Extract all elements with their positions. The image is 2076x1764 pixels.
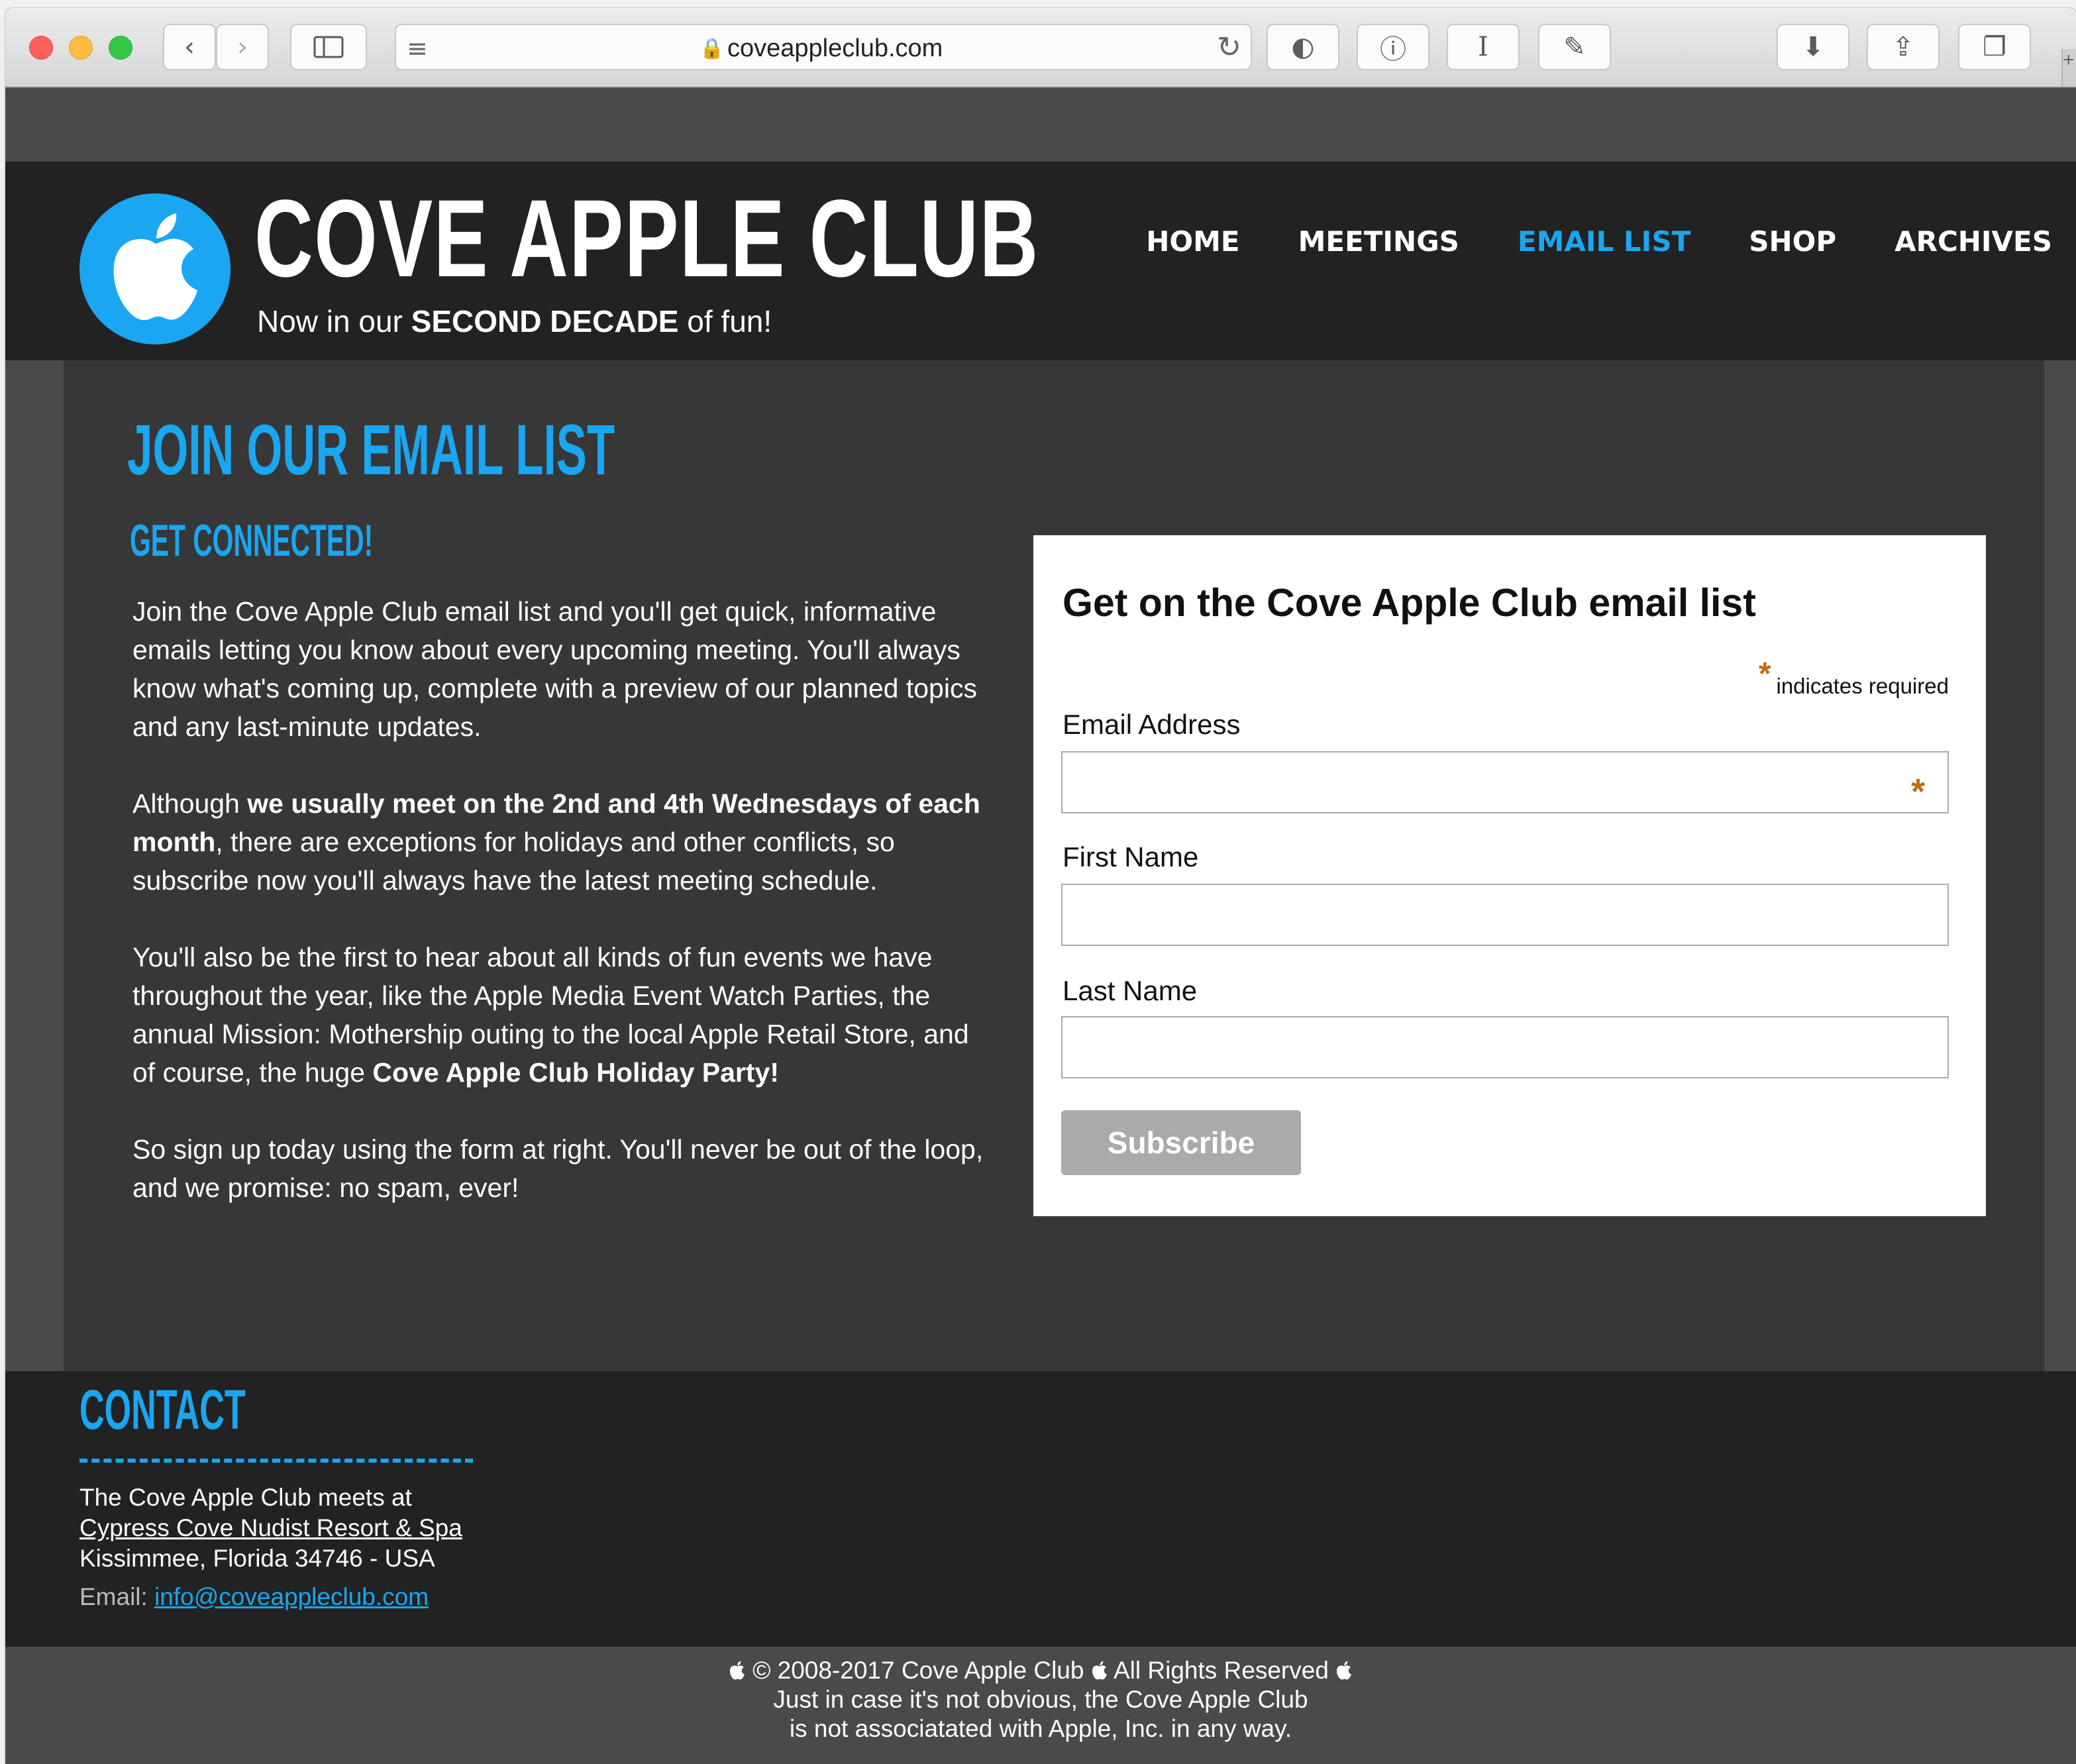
- address-line-3: Kissimmee, Florida 34746 - USA: [79, 1545, 435, 1572]
- contact-heading: CONTACT: [79, 1378, 246, 1441]
- dashed-divider: [79, 1459, 473, 1463]
- intro-paragraph-2: Although we usually meet on the 2nd and …: [132, 784, 987, 900]
- chevron-left-icon: ‹: [184, 32, 195, 62]
- nav-shop[interactable]: SHOP: [1749, 225, 1836, 258]
- nav-email-list[interactable]: EMAIL LIST: [1518, 225, 1690, 258]
- email-required-star: *: [1910, 772, 1925, 811]
- nav-archives[interactable]: ARCHIVES: [1894, 225, 2052, 258]
- tagline-end: of fun!: [678, 304, 772, 338]
- form-title: Get on the Cove Apple Club email list: [1063, 581, 1756, 625]
- downloads-button[interactable]: ⬇: [1777, 24, 1849, 70]
- password-manager-icon: ⓘ: [1380, 34, 1406, 65]
- site-tagline: Now in our SECOND DECADE of fun!: [257, 303, 772, 339]
- required-note: * indicates required: [1759, 656, 1949, 701]
- reader-icon[interactable]: ≡: [407, 34, 428, 63]
- tabs-overview-button[interactable]: ❐: [1958, 24, 2031, 70]
- sidebar-icon: [313, 36, 344, 58]
- sidebar-button[interactable]: [290, 24, 367, 70]
- browser-toolbar: ‹ › ≡ 🔒 coveappleclub.com ↻ ◐ ⓘ I ✎ ⬇ ⇪ …: [5, 8, 2076, 87]
- chevron-right-icon: ›: [237, 32, 248, 62]
- site-header: COVE APPLE CLUB Now in our SECOND DECADE…: [5, 162, 2076, 360]
- apple-glyph-icon: [1092, 1661, 1107, 1680]
- lock-icon: 🔒: [700, 37, 725, 60]
- disclaimer-line-1: Just in case it's not obvious, the Cove …: [773, 1686, 1308, 1713]
- email-link[interactable]: info@coveappleclub.com: [154, 1583, 429, 1610]
- apple-glyph-icon: [1337, 1661, 1352, 1680]
- tabs-icon: ❐: [1983, 32, 2006, 62]
- site-title[interactable]: COVE APPLE CLUB: [254, 183, 1039, 295]
- tagline-bold: SECOND DECADE: [411, 304, 679, 338]
- site-footer: CONTACT The Cove Apple Club meets at Cyp…: [5, 1371, 2076, 1647]
- intro-paragraph-1: Join the Cove Apple Club email list and …: [132, 596, 977, 742]
- first-name-field[interactable]: [1061, 884, 1949, 946]
- address-bar[interactable]: ≡ 🔒 coveappleclub.com ↻: [395, 24, 1252, 70]
- apple-logo-icon: [113, 213, 197, 321]
- instapaper-button[interactable]: I: [1447, 24, 1520, 70]
- share-icon: ⇪: [1892, 32, 1914, 62]
- signup-form: Get on the Cove Apple Club email list * i…: [1033, 535, 1986, 1216]
- intro-paragraph-4: So sign up today using the form at right…: [132, 1134, 984, 1203]
- intro-paragraph-3: You'll also be the first to hear about a…: [132, 938, 987, 1092]
- copyright-bar: © 2008-2017 Cove Apple Club All Rights R…: [5, 1647, 2076, 1764]
- zoom-window-button[interactable]: [109, 36, 132, 60]
- evernote-icon: ✎: [1563, 32, 1586, 62]
- first-name-label: First Name: [1063, 841, 1199, 872]
- section-subtitle: GET CONNECTED!: [130, 515, 374, 566]
- required-star: *: [1758, 656, 1771, 692]
- subscribe-button[interactable]: Subscribe: [1061, 1110, 1301, 1175]
- browser-window: ‹ › ≡ 🔒 coveappleclub.com ↻ ◐ ⓘ I ✎ ⬇ ⇪ …: [5, 8, 2076, 1764]
- disclaimer-line-2: is not associatated with Apple, Inc. in …: [789, 1715, 1292, 1742]
- tagline-text: Now in our: [257, 304, 411, 338]
- venue-link[interactable]: Cypress Cove Nudist Resort & Spa: [79, 1514, 462, 1541]
- extension-button-1[interactable]: ◐: [1267, 24, 1339, 70]
- intro-text: Join the Cove Apple Club email list and …: [132, 592, 987, 1245]
- p2-text-end: , there are exceptions for holidays and …: [132, 827, 895, 896]
- main-nav: HOME MEETINGS EMAIL LIST SHOP ARCHIVES: [1088, 225, 2052, 258]
- club-logo[interactable]: [79, 193, 231, 344]
- email-field[interactable]: [1061, 751, 1949, 813]
- contact-email: Email: info@coveappleclub.com: [79, 1583, 429, 1611]
- copyright-text: © 2008-2017 Cove Apple Club: [753, 1657, 1084, 1684]
- download-icon: ⬇: [1802, 32, 1824, 62]
- new-tab-button[interactable]: +: [2061, 49, 2076, 86]
- close-window-button[interactable]: [29, 36, 53, 60]
- address-line-1: The Cove Apple Club meets at: [79, 1484, 412, 1511]
- forward-button[interactable]: ›: [216, 24, 269, 70]
- rights-text: All Rights Reserved: [1114, 1657, 1329, 1684]
- email-prefix: Email:: [79, 1583, 155, 1610]
- email-label: Email Address: [1063, 709, 1241, 740]
- apple-glyph-icon: [729, 1661, 745, 1680]
- instapaper-icon: I: [1478, 32, 1488, 62]
- minimize-window-button[interactable]: [69, 36, 93, 60]
- main-content: JOIN OUR EMAIL LIST GET CONNECTED! Join …: [64, 360, 2044, 1371]
- password-manager-button[interactable]: ⓘ: [1357, 24, 1429, 70]
- copyright-line: © 2008-2017 Cove Apple Club All Rights R…: [5, 1656, 2076, 1685]
- required-note-text: indicates required: [1776, 674, 1949, 698]
- address-url: coveappleclub.com: [727, 34, 943, 62]
- page-title: JOIN OUR EMAIL LIST: [127, 409, 615, 490]
- nav-meetings[interactable]: MEETINGS: [1298, 225, 1459, 258]
- reload-icon[interactable]: ↻: [1217, 30, 1241, 64]
- nav-home[interactable]: HOME: [1146, 225, 1239, 258]
- p2-text: Although: [132, 788, 248, 819]
- share-button[interactable]: ⇪: [1867, 24, 1940, 70]
- last-name-field[interactable]: [1061, 1016, 1949, 1078]
- last-name-label: Last Name: [1063, 975, 1198, 1006]
- evernote-button[interactable]: ✎: [1538, 24, 1611, 70]
- contact-address: The Cove Apple Club meets at Cypress Cov…: [79, 1482, 462, 1574]
- privacy-extension-icon: ◐: [1291, 32, 1315, 62]
- p3-bold: Cove Apple Club Holiday Party!: [372, 1057, 780, 1088]
- back-button[interactable]: ‹: [163, 24, 216, 70]
